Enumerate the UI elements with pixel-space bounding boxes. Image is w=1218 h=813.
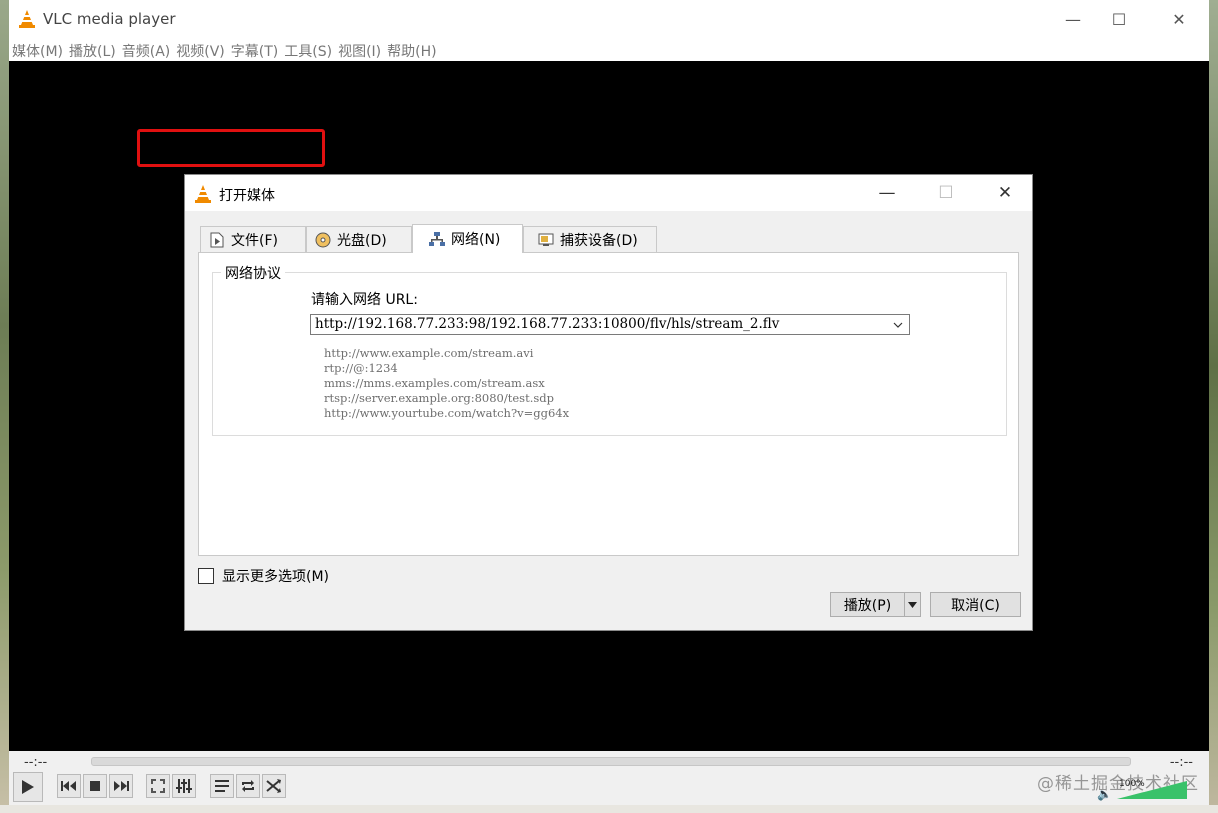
disc-icon bbox=[315, 232, 331, 248]
maximize-button[interactable]: ☐ bbox=[1096, 0, 1142, 38]
menu-view[interactable]: 视图(I) bbox=[335, 38, 384, 61]
menu-subtitle[interactable]: 字幕(T) bbox=[228, 38, 281, 61]
loop-button[interactable] bbox=[236, 774, 260, 798]
tab-capture-device-label: 捕获设备(D) bbox=[560, 232, 638, 249]
next-icon bbox=[114, 781, 129, 791]
example-url: http://www.example.com/stream.avi bbox=[324, 346, 534, 360]
play-button[interactable] bbox=[13, 772, 43, 802]
example-url: http://www.yourtube.com/watch?v=gg64x bbox=[324, 406, 570, 420]
play-icon bbox=[22, 780, 34, 794]
desktop-background-right bbox=[1209, 0, 1218, 813]
menu-bar: 媒体(M) 播放(L) 音频(A) 视频(V) 字幕(T) 工具(S) 视图(I… bbox=[9, 38, 1209, 61]
playlist-button[interactable] bbox=[210, 774, 234, 798]
fullscreen-icon bbox=[151, 779, 165, 793]
playback-controls: --:-- --:-- @稀土掘金技术社区 🔈 100% bbox=[9, 751, 1209, 805]
play-button-dialog[interactable]: 播放(P) bbox=[830, 592, 904, 617]
tab-file[interactable]: 文件(F) bbox=[200, 226, 306, 252]
menu-video[interactable]: 视频(V) bbox=[173, 38, 228, 61]
annotation-highlight-box bbox=[137, 129, 325, 167]
title-bar[interactable]: VLC media player — ☐ ✕ bbox=[9, 0, 1209, 38]
time-total[interactable]: --:-- bbox=[1170, 755, 1193, 770]
dialog-title-bar[interactable]: 打开媒体 — ☐ ✕ bbox=[185, 175, 1032, 211]
file-play-icon bbox=[209, 232, 225, 248]
open-media-dialog: 打开媒体 — ☐ ✕ 文件(F) 光盘(D) 网络(N) 捕获设备(D) 网络协… bbox=[184, 174, 1033, 631]
window-title: VLC media player bbox=[43, 10, 176, 28]
menu-audio[interactable]: 音频(A) bbox=[119, 38, 174, 61]
menu-help[interactable]: 帮助(H) bbox=[384, 38, 439, 61]
capture-device-icon bbox=[538, 232, 554, 248]
url-input[interactable]: http://192.168.77.233:98/192.168.77.233:… bbox=[310, 314, 910, 335]
equalizer-icon bbox=[176, 779, 192, 793]
vlc-cone-icon bbox=[19, 10, 35, 28]
tab-disc-label: 光盘(D) bbox=[337, 232, 387, 249]
show-more-options-checkbox[interactable]: 显示更多选项(M) bbox=[198, 566, 329, 586]
cancel-button[interactable]: 取消(C) bbox=[930, 592, 1021, 617]
tab-file-label: 文件(F) bbox=[231, 232, 278, 249]
tab-network[interactable]: 网络(N) bbox=[412, 224, 523, 253]
menu-tools[interactable]: 工具(S) bbox=[281, 38, 335, 61]
minimize-button[interactable]: — bbox=[1050, 0, 1096, 38]
network-protocol-group: 网络协议 请输入网络 URL: http://192.168.77.233:98… bbox=[212, 263, 1007, 436]
stop-button[interactable] bbox=[83, 774, 107, 798]
example-url: rtsp://server.example.org:8080/test.sdp bbox=[324, 391, 554, 405]
play-dropdown-button[interactable] bbox=[904, 592, 921, 617]
dialog-maximize-button: ☐ bbox=[938, 183, 954, 203]
seek-slider[interactable] bbox=[91, 757, 1131, 766]
network-icon bbox=[429, 231, 445, 247]
group-title: 网络协议 bbox=[221, 263, 285, 283]
playlist-icon bbox=[215, 780, 229, 792]
volume-label: 100% bbox=[1119, 779, 1145, 789]
close-button[interactable]: ✕ bbox=[1156, 0, 1202, 38]
example-url: rtp://@:1234 bbox=[324, 361, 398, 375]
tab-network-label: 网络(N) bbox=[451, 232, 501, 248]
loop-icon bbox=[242, 780, 254, 792]
url-input-value: http://192.168.77.233:98/192.168.77.233:… bbox=[315, 316, 780, 332]
caret-down-icon bbox=[908, 601, 917, 608]
chevron-down-icon[interactable] bbox=[891, 316, 905, 333]
example-url: mms://mms.examples.com/stream.asx bbox=[324, 376, 545, 390]
tab-disc[interactable]: 光盘(D) bbox=[306, 226, 412, 252]
shuffle-icon bbox=[266, 779, 281, 793]
extended-settings-button[interactable] bbox=[172, 774, 196, 798]
checkbox-box[interactable] bbox=[198, 568, 214, 584]
network-tab-panel: 网络协议 请输入网络 URL: http://192.168.77.233:98… bbox=[198, 252, 1019, 556]
desktop-background-bottom bbox=[0, 805, 1218, 813]
next-button[interactable] bbox=[109, 774, 133, 798]
vlc-cone-icon bbox=[195, 185, 211, 203]
previous-icon bbox=[61, 781, 76, 791]
shuffle-button[interactable] bbox=[262, 774, 286, 798]
url-examples: http://www.example.com/stream.avi rtp://… bbox=[324, 346, 569, 421]
dialog-title: 打开媒体 bbox=[219, 188, 275, 204]
menu-media[interactable]: 媒体(M) bbox=[9, 38, 66, 61]
tab-capture-device[interactable]: 捕获设备(D) bbox=[523, 226, 657, 252]
url-label: 请输入网络 URL: bbox=[311, 292, 418, 308]
menu-playback[interactable]: 播放(L) bbox=[66, 38, 119, 61]
stop-icon bbox=[90, 781, 100, 791]
dialog-minimize-button[interactable]: — bbox=[861, 175, 913, 211]
speaker-icon[interactable]: 🔈 bbox=[1097, 787, 1112, 801]
dialog-close-button[interactable]: ✕ bbox=[979, 175, 1031, 211]
time-elapsed[interactable]: --:-- bbox=[24, 755, 47, 770]
previous-button[interactable] bbox=[57, 774, 81, 798]
show-more-options-label: 显示更多选项(M) bbox=[222, 569, 330, 585]
fullscreen-button[interactable] bbox=[146, 774, 170, 798]
desktop-background-left bbox=[0, 0, 9, 813]
